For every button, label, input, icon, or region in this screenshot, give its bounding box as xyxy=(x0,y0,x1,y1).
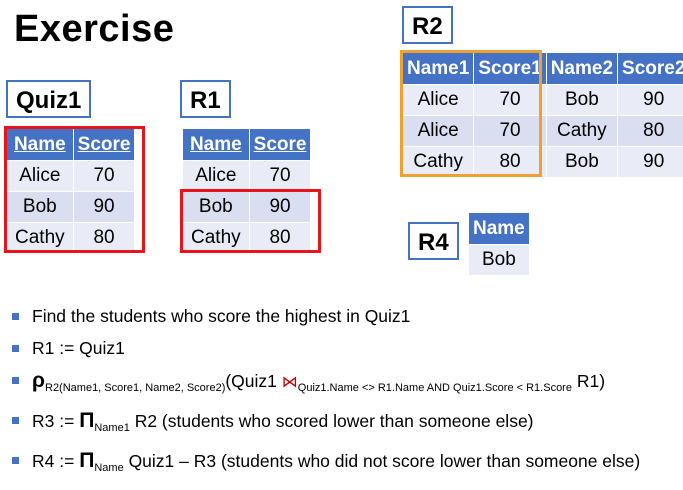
r2-cell: 80 xyxy=(618,116,683,147)
r2-header-name2: Name2 xyxy=(546,53,617,85)
quiz1-cell: Bob xyxy=(7,192,74,223)
table-row: Bob 90 xyxy=(7,192,135,223)
r4-table: Name Bob xyxy=(468,212,530,276)
r1-header-name: Name xyxy=(183,129,250,161)
bullet-square-icon xyxy=(12,417,19,424)
quiz1-header-score: Score xyxy=(73,129,135,161)
r3-rest: R2 (students who scored lower than someo… xyxy=(130,411,534,431)
r4-label: R4 xyxy=(408,222,459,260)
quiz1-cell: 80 xyxy=(73,223,135,254)
r1-table: Name Score Alice 70 Bob 90 Cathy 80 xyxy=(182,128,311,254)
table-row: Cathy 80 xyxy=(183,223,311,254)
r2-cell: Bob xyxy=(546,85,617,116)
r2-cell: 80 xyxy=(474,147,546,178)
quiz1-cell: 90 xyxy=(73,192,135,223)
list-item: Find the students who score the highest … xyxy=(10,306,678,327)
bullet-text: R1 := Quiz1 xyxy=(32,338,125,358)
table-row: Cathy 80 xyxy=(7,223,135,254)
r2-cell: 70 xyxy=(474,116,546,147)
pi-symbol: Π xyxy=(79,409,94,432)
bullet-list: Find the students who score the highest … xyxy=(10,306,678,490)
r4-cell: Bob xyxy=(469,245,530,276)
r4-rest: Quiz1 – R3 (students who did not score l… xyxy=(124,451,641,471)
r2-cell: 90 xyxy=(618,147,683,178)
r2-table: Name1 Score1 Name2 Score2 Alice 70 Bob 9… xyxy=(402,52,683,178)
r2-header-score2: Score2 xyxy=(618,53,683,85)
r1-cell: 70 xyxy=(249,161,311,192)
table-row: Cathy 80 Bob 90 xyxy=(403,147,683,178)
table-row: Alice 70 Cathy 80 xyxy=(403,116,683,147)
quiz1-table: Name Score Alice 70 Bob 90 Cathy 80 xyxy=(6,128,135,254)
rho-subscript: R2(Name1, Score1, Name2, Score2) xyxy=(45,382,225,394)
list-item: R3 := ΠName1 R2 (students who scored low… xyxy=(10,410,678,439)
slide-title: Exercise xyxy=(14,8,174,51)
bullet-square-icon xyxy=(12,377,19,384)
pi-subscript: Name1 xyxy=(94,422,129,434)
pi-subscript: Name xyxy=(94,462,123,474)
table-row: Bob xyxy=(469,245,530,276)
r4-lead: R4 := xyxy=(32,451,79,471)
r2-label: R2 xyxy=(402,6,453,44)
table-row: Bob 90 xyxy=(183,192,311,223)
r1-cell: Cathy xyxy=(183,223,250,254)
r1-cell: 90 xyxy=(249,192,311,223)
bullet-square-icon xyxy=(12,313,19,320)
table-row: Alice 70 Bob 90 xyxy=(403,85,683,116)
expr-open: (Quiz1 xyxy=(225,371,281,391)
r2-cell: 70 xyxy=(474,85,546,116)
r1-cell: Bob xyxy=(183,192,250,223)
r2-header-score1: Score1 xyxy=(474,53,546,85)
r3-lead: R3 := xyxy=(32,411,79,431)
list-item: ρR2(Name1, Score1, Name2, Score2)(Quiz1 … xyxy=(10,370,678,399)
table-row: Alice 70 xyxy=(183,161,311,192)
rho-symbol: ρ xyxy=(32,369,45,392)
r2-cell: Cathy xyxy=(403,147,474,178)
quiz1-cell: Alice xyxy=(7,161,74,192)
r4-header-name: Name xyxy=(469,213,530,245)
pi-symbol: Π xyxy=(79,449,94,472)
r2-header-name1: Name1 xyxy=(403,53,474,85)
join-condition: Quiz1.Name <> R1.Name AND Quiz1.Score < … xyxy=(298,382,572,394)
list-item: R1 := Quiz1 xyxy=(10,338,678,359)
r2-cell: 90 xyxy=(618,85,683,116)
list-item: R4 := ΠName Quiz1 – R3 (students who did… xyxy=(10,450,678,479)
bullet-text: Find the students who score the highest … xyxy=(32,306,410,326)
r2-cell: Bob xyxy=(546,147,617,178)
r2-cell: Cathy xyxy=(546,116,617,147)
r1-label: R1 xyxy=(180,80,231,118)
join-icon: ⋈ xyxy=(282,374,298,391)
expr-close: R1) xyxy=(572,371,605,391)
bullet-square-icon xyxy=(12,457,19,464)
r2-cell: Alice xyxy=(403,85,474,116)
r1-cell: 80 xyxy=(249,223,311,254)
bullet-square-icon xyxy=(12,345,19,352)
quiz1-cell: 70 xyxy=(73,161,135,192)
r2-cell: Alice xyxy=(403,116,474,147)
r1-cell: Alice xyxy=(183,161,250,192)
table-row: Alice 70 xyxy=(7,161,135,192)
quiz1-cell: Cathy xyxy=(7,223,74,254)
r1-header-score: Score xyxy=(249,129,311,161)
quiz1-label: Quiz1 xyxy=(6,80,91,118)
quiz1-header-name: Name xyxy=(7,129,74,161)
